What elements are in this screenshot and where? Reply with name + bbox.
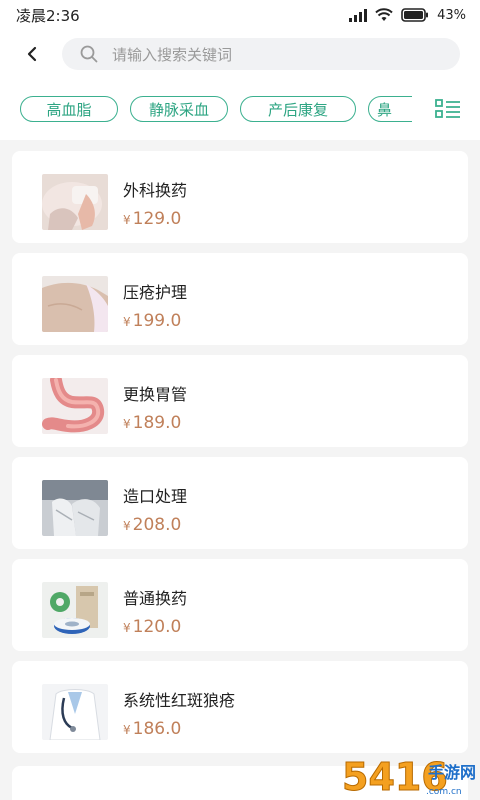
battery-percent: 43% — [437, 7, 466, 23]
product-card[interactable]: 造口处理 ¥208.0 — [12, 457, 468, 549]
tag-postpartum[interactable]: 产后康复 — [240, 96, 356, 122]
category-grid-button[interactable] — [434, 98, 462, 120]
tag-venous-blood[interactable]: 静脉采血 — [130, 96, 228, 122]
stomach-image — [42, 378, 108, 434]
doctor-stethoscope-image — [42, 684, 108, 740]
product-price: ¥120.0 — [123, 617, 181, 637]
battery-icon — [401, 8, 429, 22]
signal-icon — [349, 8, 368, 22]
product-price: ¥129.0 — [123, 209, 181, 229]
wifi-icon — [375, 8, 393, 22]
status-bar: 凌晨2:36 43% — [0, 0, 480, 30]
price-value: 208.0 — [132, 515, 182, 535]
list-grid-icon — [435, 99, 460, 118]
patient-body-image — [42, 276, 108, 332]
product-card[interactable]: 外科换药 ¥129.0 — [12, 151, 468, 243]
product-card[interactable]: 更换胃管 ¥189.0 — [12, 355, 468, 447]
currency-symbol: ¥ — [123, 621, 131, 635]
price-value: 129.0 — [132, 209, 182, 229]
medical-tape-image — [42, 582, 108, 638]
gloved-hands-image — [42, 480, 108, 536]
watermark-logo: 5416 手游网 .com.cn — [340, 750, 480, 800]
svg-text:手游网: 手游网 — [428, 763, 476, 782]
status-time: 凌晨2:36 — [16, 6, 80, 25]
currency-symbol: ¥ — [123, 417, 131, 431]
price-value: 186.0 — [132, 719, 182, 739]
product-name: 压疮护理 — [123, 283, 188, 302]
product-price: ¥199.0 — [123, 311, 181, 331]
chevron-left-icon — [27, 46, 37, 62]
back-button[interactable] — [20, 42, 44, 66]
product-name: 更换胃管 — [123, 385, 188, 404]
price-value: 199.0 — [132, 311, 182, 331]
search-placeholder: 请输入搜索关键词 — [112, 45, 233, 64]
tag-partial[interactable]: 鼻 — [368, 96, 412, 122]
price-value: 189.0 — [132, 413, 182, 433]
product-price: ¥186.0 — [123, 719, 181, 739]
product-name: 外科换药 — [123, 181, 188, 200]
bandage-hand-image — [42, 174, 108, 230]
currency-symbol: ¥ — [123, 723, 131, 737]
search-icon — [80, 45, 98, 63]
product-card[interactable]: 压疮护理 ¥199.0 — [12, 253, 468, 345]
currency-symbol: ¥ — [123, 213, 131, 227]
price-value: 120.0 — [132, 617, 182, 637]
header: 请输入搜索关键词 高血脂 静脉采血 产后康复 鼻 — [0, 30, 480, 140]
currency-symbol: ¥ — [123, 315, 131, 329]
svg-text:.com.cn: .com.cn — [426, 787, 462, 797]
currency-symbol: ¥ — [123, 519, 131, 533]
tag-high-cholesterol[interactable]: 高血脂 — [20, 96, 118, 122]
category-tags: 高血脂 静脉采血 产后康复 鼻 — [20, 96, 412, 122]
status-icons: 43% — [349, 8, 466, 23]
product-card[interactable]: 普通换药 ¥120.0 — [12, 559, 468, 651]
product-list: 外科换药 ¥129.0 压疮护理 ¥199.0 更换胃管 ¥189.0 造口处理… — [12, 151, 468, 763]
product-name: 普通换药 — [123, 589, 188, 608]
search-input[interactable]: 请输入搜索关键词 — [62, 38, 460, 70]
product-name: 造口处理 — [123, 487, 188, 506]
product-card[interactable]: 系统性红斑狼疮 ¥186.0 — [12, 661, 468, 753]
product-name: 系统性红斑狼疮 — [123, 691, 236, 710]
product-price: ¥189.0 — [123, 413, 181, 433]
product-price: ¥208.0 — [123, 515, 181, 535]
